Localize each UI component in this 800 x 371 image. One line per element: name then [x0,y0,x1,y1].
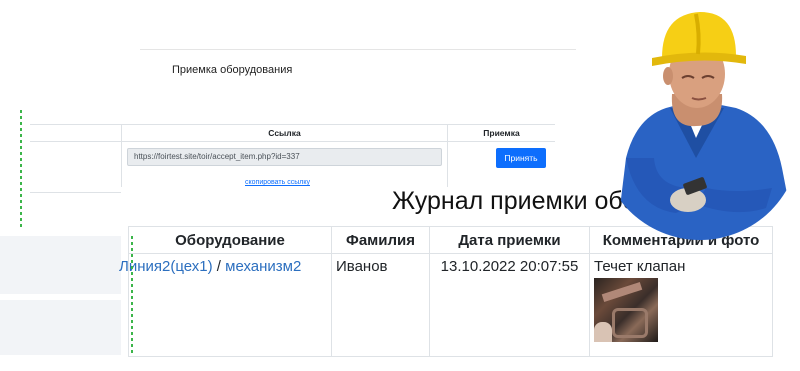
dotted-guide-left [20,110,22,230]
header-divider [140,49,576,50]
column-header-surname: Фамилия [331,226,430,254]
column-header-equipment: Оборудование [128,226,332,254]
dotted-guide-inner [131,236,133,356]
table-border [30,141,555,142]
equipment-separator: / [212,258,226,275]
accept-button[interactable]: Принять [496,148,546,168]
table-row: Линия2(цех1) / механизм2 Иванов 13.10.20… [119,253,773,357]
comment-cell: Течет клапан [589,253,773,357]
column-header-date: Дата приемки [429,226,590,254]
worker-illustration [616,12,796,240]
surname-cell: Иванов [331,253,430,357]
equipment-item-link[interactable]: механизм2 [225,258,301,275]
copy-link[interactable]: скопировать ссылку [245,179,310,186]
comment-text: Течет клапан [594,258,686,275]
page-title: Приемка оборудования [172,64,293,76]
column-header-accept: Приемка [483,128,520,138]
equipment-cell: Линия2(цех1) / механизм2 [119,253,332,357]
valve-photo-thumbnail[interactable] [594,278,658,342]
journal-table: Оборудование Фамилия Дата приемки Коммен… [119,226,773,357]
equipment-line-link[interactable]: Линия2(цех1) [119,258,213,275]
sidebar-row [0,236,128,294]
date-cell: 13.10.2022 20:07:55 [429,253,590,357]
sidebar-row [0,300,128,355]
link-url-field[interactable]: https://foirtest.site/toir/accept_item.p… [127,148,442,166]
table-border [30,124,555,125]
column-header-link: Ссылка [268,128,301,138]
